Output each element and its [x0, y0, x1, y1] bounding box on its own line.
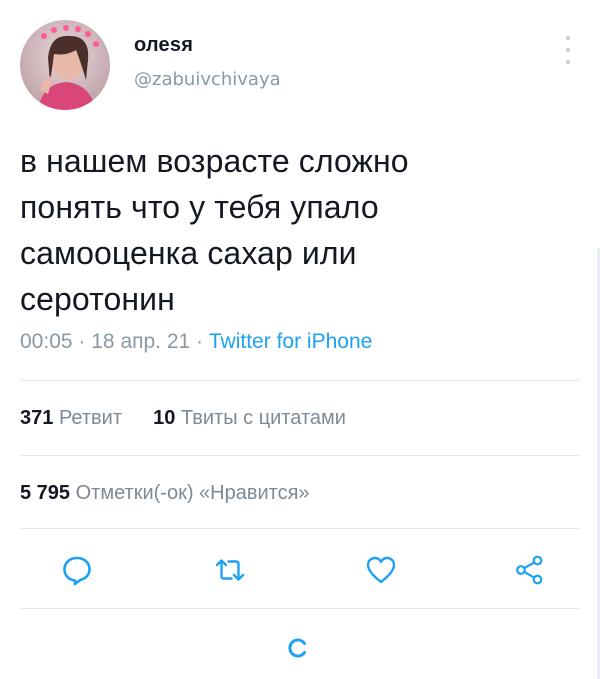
- avatar-image: [20, 20, 110, 110]
- tweet-detail-page: олеsя @zabuivchivaya в нашем возрасте сл…: [0, 0, 600, 679]
- reply-button[interactable]: [55, 548, 99, 592]
- divider: [20, 455, 580, 456]
- retweets-link[interactable]: 371 Ретвит: [20, 407, 128, 429]
- meta-separator: ·: [196, 330, 204, 353]
- tweet-text: в нашем возрасте сложно понять что у теб…: [20, 138, 560, 322]
- divider: [20, 608, 580, 609]
- tweet-header: олеsя @zabuivchivaya: [20, 20, 580, 116]
- retweet-stats: 371 Ретвит 10 Твиты с цитатами: [20, 407, 346, 430]
- avatar[interactable]: [20, 20, 110, 110]
- tweet-time: 00:05: [20, 330, 73, 353]
- more-options-icon[interactable]: [562, 36, 574, 64]
- quotes-count: 10: [153, 407, 176, 429]
- display-name[interactable]: олеsя: [134, 34, 281, 57]
- like-button[interactable]: [359, 548, 403, 592]
- tweet-text-line: понять что у тебя упало: [20, 189, 379, 225]
- tweet-text-line: серотонин: [20, 281, 175, 317]
- likes-label: Отметки(-ок) «Нравится»: [75, 482, 310, 504]
- tweet-text-line: самооценка сахар или: [20, 235, 357, 271]
- likes-count: 5 795: [20, 482, 71, 504]
- retweets-count: 371: [20, 407, 54, 429]
- divider: [20, 528, 580, 529]
- author-names: олеsя @zabuivchivaya: [134, 34, 281, 90]
- quotes-link[interactable]: 10 Твиты с цитатами: [153, 407, 346, 429]
- meta-separator: ·: [78, 330, 86, 353]
- share-button[interactable]: [508, 548, 552, 592]
- divider: [20, 380, 580, 381]
- share-icon: [516, 555, 543, 585]
- retweet-button[interactable]: [208, 548, 252, 592]
- quotes-label: Твиты с цитатами: [180, 407, 346, 429]
- tweet-text-line: в нашем возрасте сложно: [20, 143, 409, 179]
- likes-stats[interactable]: 5 795 Отметки(-ок) «Нравится»: [20, 482, 310, 505]
- heart-icon: [366, 556, 396, 584]
- user-handle[interactable]: @zabuivchivaya: [134, 69, 281, 90]
- retweets-label: Ретвит: [58, 407, 122, 429]
- tweet-source-link[interactable]: Twitter for iPhone: [209, 330, 372, 353]
- reply-icon: [63, 556, 91, 586]
- tweet-date: 18 апр. 21: [91, 330, 191, 353]
- tweet-meta: 00:05 · 18 апр. 21 · Twitter for iPhone: [20, 330, 372, 354]
- tweet-actions: [20, 548, 580, 592]
- retweet-icon: [215, 559, 245, 581]
- loading-spinner-icon: [286, 636, 310, 660]
